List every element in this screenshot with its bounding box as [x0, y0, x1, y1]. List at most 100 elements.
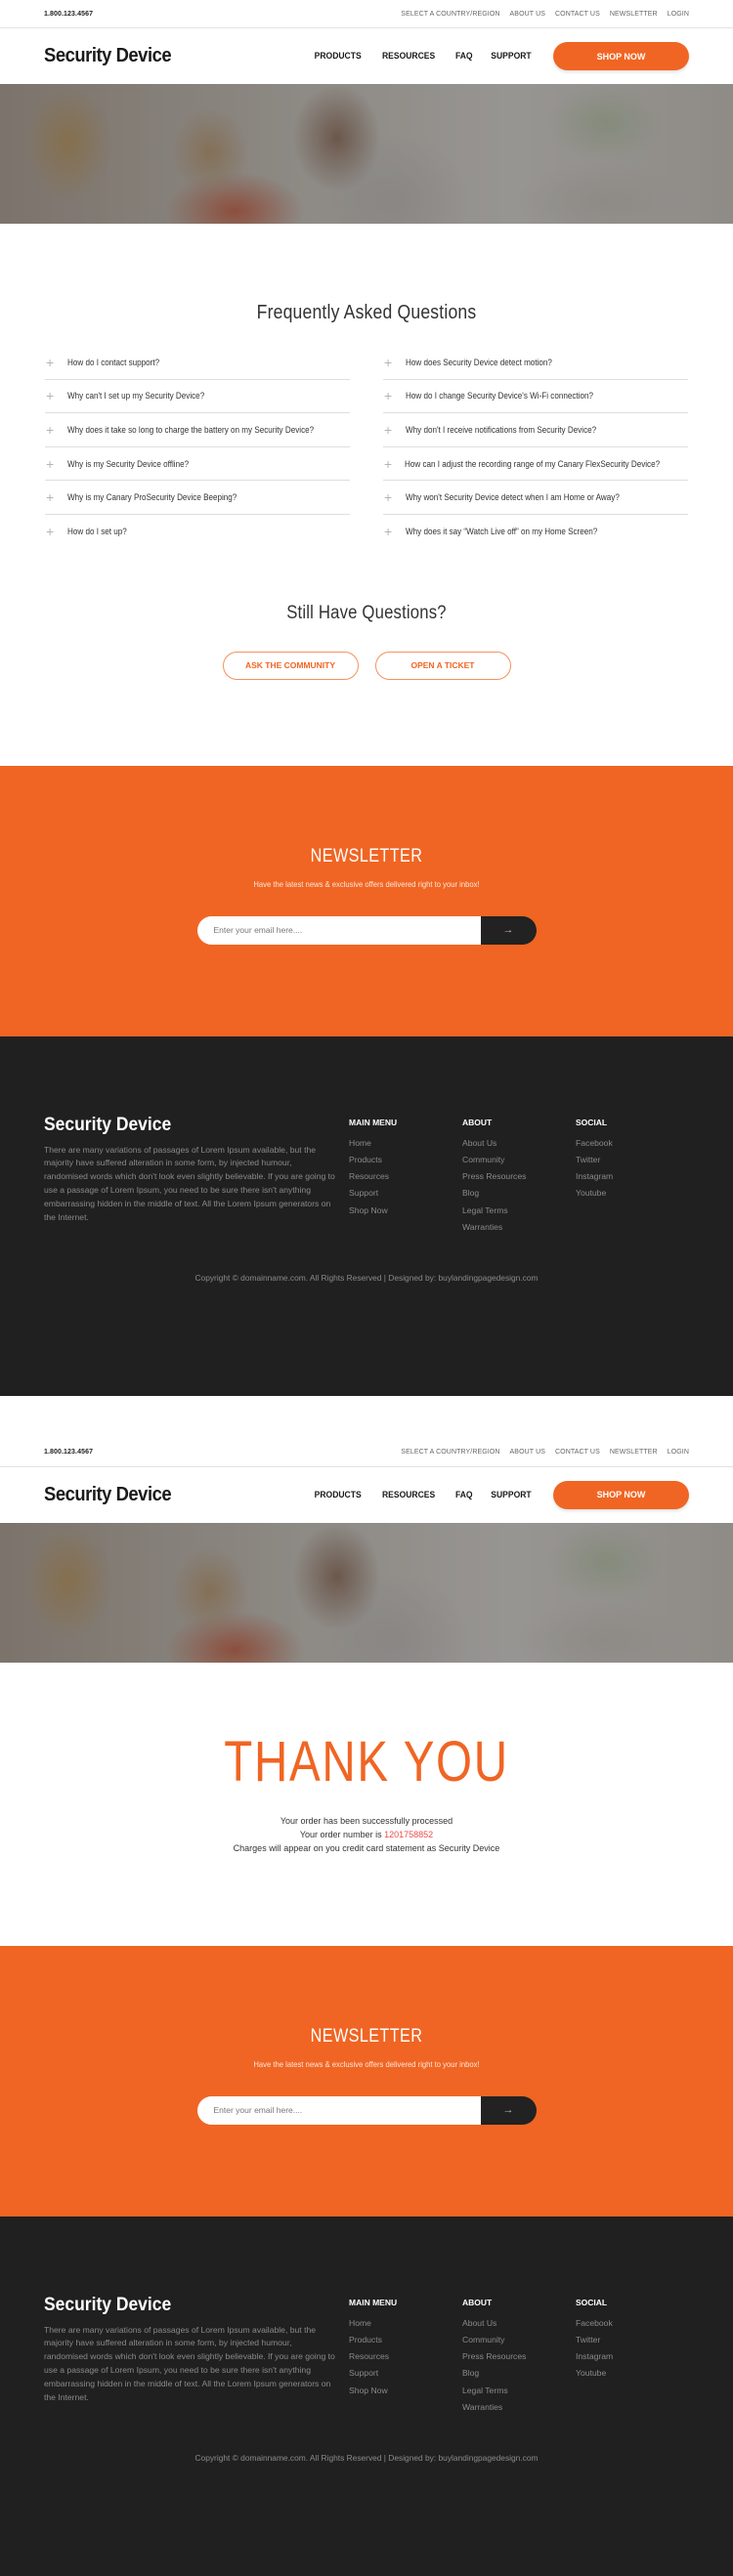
- faq-section: Frequently Asked Questions + How do I con…: [0, 224, 733, 549]
- footer-link-twitter[interactable]: Twitter: [576, 1155, 689, 1171]
- faq-question: Why does it take so long to charge the b…: [67, 424, 315, 435]
- thank-you-section: THANK YOU Your order has been successful…: [0, 1663, 733, 1946]
- footer-link-blog[interactable]: Blog: [462, 1188, 576, 1204]
- footer-link-instagram[interactable]: Instagram: [576, 2351, 689, 2368]
- faq-question: How does Security Device detect motion?: [406, 357, 552, 367]
- footer-link-community[interactable]: Community: [462, 1155, 576, 1171]
- order-number: 1201758852: [384, 1829, 434, 1839]
- nav-products[interactable]: PRODUCTS: [315, 1490, 362, 1500]
- faq-question: How can I adjust the recording range of …: [404, 458, 660, 469]
- faq-item[interactable]: + How do I contact support?: [45, 346, 350, 380]
- plus-icon: +: [46, 388, 55, 404]
- top-link-about[interactable]: ABOUT US: [510, 1449, 545, 1456]
- faq-item[interactable]: + Why won't Security Device detect when I…: [383, 481, 688, 515]
- newsletter-form: →: [196, 2095, 537, 2125]
- footer-link-resources[interactable]: Resources: [349, 2351, 462, 2368]
- nav-faq[interactable]: FAQ: [455, 51, 473, 62]
- shop-now-button[interactable]: SHOP NOW: [553, 42, 689, 70]
- footer-link-resources[interactable]: Resources: [349, 1171, 462, 1188]
- newsletter-title: NEWSLETTER: [310, 2025, 423, 2047]
- footer-link-legal[interactable]: Legal Terms: [462, 2386, 576, 2402]
- faq-item[interactable]: + Why is my Security Device offline?: [45, 447, 350, 482]
- top-link-login[interactable]: LOGIN: [668, 1449, 689, 1456]
- footer-link-blog[interactable]: Blog: [462, 2368, 576, 2385]
- newsletter-submit-button[interactable]: →: [480, 915, 537, 945]
- top-link-contact[interactable]: CONTACT US: [555, 1449, 600, 1456]
- faq-item[interactable]: + Why don't I receive notifications from …: [383, 413, 688, 447]
- footer-link-products[interactable]: Products: [349, 2335, 462, 2351]
- footer: Security Device There are many variation…: [0, 1035, 733, 1396]
- footer-brand: Security Device There are many variation…: [44, 1115, 349, 1240]
- nav-support[interactable]: SUPPORT: [491, 1490, 531, 1500]
- newsletter-subtitle: Have the latest news & exclusive offers …: [253, 878, 480, 889]
- footer-link-warranties[interactable]: Warranties: [462, 1222, 576, 1239]
- shop-now-button[interactable]: SHOP NOW: [553, 1480, 689, 1509]
- newsletter-section: NEWSLETTER Have the latest news & exclus…: [0, 1945, 733, 2217]
- footer-column-social: SOCIAL Facebook Twitter Instagram Youtub…: [576, 2295, 689, 2420]
- open-ticket-button[interactable]: OPEN A TICKET: [374, 651, 511, 680]
- newsletter-title: NEWSLETTER: [310, 845, 423, 866]
- top-link-newsletter[interactable]: NEWSLETTER: [610, 1449, 658, 1456]
- faq-item[interactable]: + How does Security Device detect motion?: [383, 346, 688, 380]
- footer-link-home[interactable]: Home: [349, 2318, 462, 2335]
- plus-icon: +: [46, 354, 55, 370]
- footer-link-support[interactable]: Support: [349, 2368, 462, 2385]
- footer-link-shop-now[interactable]: Shop Now: [349, 1205, 462, 1222]
- top-link-contact[interactable]: CONTACT US: [555, 11, 600, 18]
- faq-item[interactable]: + How do I change Security Device's Wi-Fi…: [383, 380, 688, 414]
- order-number-label: Your order number is: [299, 1829, 385, 1839]
- footer-link-about-us[interactable]: About Us: [462, 1138, 576, 1155]
- footer-link-about-us[interactable]: About Us: [462, 2318, 576, 2335]
- phone-number[interactable]: 1.800.123.4567: [44, 1449, 93, 1456]
- nav-resources[interactable]: RESOURCES: [382, 1490, 435, 1500]
- newsletter-submit-button[interactable]: →: [480, 2095, 537, 2125]
- nav-support[interactable]: SUPPORT: [491, 51, 531, 62]
- copyright: Copyright © domainname.com. All Rights R…: [194, 2452, 539, 2463]
- footer-link-facebook[interactable]: Facebook: [576, 1138, 689, 1155]
- email-input[interactable]: [196, 2095, 481, 2125]
- footer-link-home[interactable]: Home: [349, 1138, 462, 1155]
- footer-link-press[interactable]: Press Resources: [462, 2351, 576, 2368]
- order-confirmation: Your order has been successfully process…: [0, 1814, 733, 1855]
- nav-products[interactable]: PRODUCTS: [315, 51, 362, 62]
- logo[interactable]: Security Device: [44, 45, 172, 67]
- footer-link-facebook[interactable]: Facebook: [576, 2318, 689, 2335]
- support-buttons: ASK THE COMMUNITY OPEN A TICKET: [0, 651, 733, 680]
- footer-link-youtube[interactable]: Youtube: [576, 1188, 689, 1204]
- faq-item[interactable]: + Why does it say “Watch Live off” on my …: [383, 515, 688, 549]
- phone-number[interactable]: 1.800.123.4567: [44, 11, 93, 18]
- footer-link-products[interactable]: Products: [349, 1155, 462, 1171]
- footer-link-shop-now[interactable]: Shop Now: [349, 2386, 462, 2402]
- footer-link-instagram[interactable]: Instagram: [576, 1171, 689, 1188]
- footer-link-legal[interactable]: Legal Terms: [462, 1205, 576, 1222]
- plus-icon: +: [384, 388, 393, 404]
- top-link-login[interactable]: LOGIN: [668, 11, 689, 18]
- faq-item[interactable]: + Why can't I set up my Security Device?: [45, 380, 350, 414]
- logo[interactable]: Security Device: [44, 1484, 172, 1506]
- footer-link-warranties[interactable]: Warranties: [462, 2402, 576, 2419]
- footer-brand: Security Device There are many variation…: [44, 2295, 349, 2420]
- footer-column-title: MAIN MENU: [349, 2297, 398, 2307]
- faq-item[interactable]: + How do I set up?: [45, 515, 350, 549]
- main-header: Security Device PRODUCTS RESOURCES FAQ S…: [0, 1467, 733, 1523]
- nav-faq[interactable]: FAQ: [455, 1490, 473, 1500]
- footer-link-youtube[interactable]: Youtube: [576, 2368, 689, 2385]
- faq-item[interactable]: + Why does it take so long to charge the …: [45, 413, 350, 447]
- footer-link-press[interactable]: Press Resources: [462, 1171, 576, 1188]
- top-link-country[interactable]: SELECT A COUNTRY/REGION: [401, 1449, 499, 1456]
- footer-link-twitter[interactable]: Twitter: [576, 2335, 689, 2351]
- plus-icon: +: [384, 524, 393, 540]
- plus-icon: +: [384, 421, 393, 438]
- footer-link-support[interactable]: Support: [349, 1188, 462, 1204]
- footer-link-community[interactable]: Community: [462, 2335, 576, 2351]
- faq-item[interactable]: + Why is my Canary ProSecurity Device Bee…: [45, 481, 350, 515]
- top-link-country[interactable]: SELECT A COUNTRY/REGION: [401, 11, 499, 18]
- top-links: SELECT A COUNTRY/REGION ABOUT US CONTACT…: [401, 11, 689, 18]
- plus-icon: +: [46, 421, 55, 438]
- ask-community-button[interactable]: ASK THE COMMUNITY: [222, 651, 359, 680]
- faq-item[interactable]: + How can I adjust the recording range of…: [383, 447, 688, 482]
- nav-resources[interactable]: RESOURCES: [382, 51, 435, 62]
- top-link-newsletter[interactable]: NEWSLETTER: [610, 11, 658, 18]
- email-input[interactable]: [196, 915, 481, 945]
- top-link-about[interactable]: ABOUT US: [510, 11, 545, 18]
